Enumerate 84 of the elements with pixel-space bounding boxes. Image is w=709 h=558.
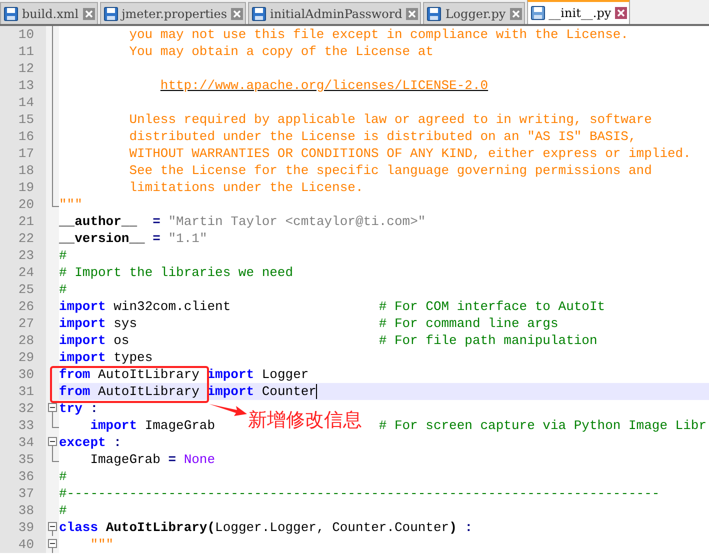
line-number: 26	[17, 298, 35, 315]
code-line: __version__ = "1.1"	[59, 230, 208, 247]
line-number: 37	[17, 485, 35, 502]
collapse-icon[interactable]	[48, 403, 57, 417]
line-number: 30	[17, 366, 35, 383]
fold-end-icon	[52, 417, 59, 428]
collapse-icon[interactable]	[48, 437, 57, 451]
code-line: http://www.apache.org/licenses/LICENSE-2.0	[159, 77, 488, 94]
code-line: Unless required by applicable law or agreed to in writing, software	[129, 111, 652, 128]
line-number: 27	[17, 315, 35, 332]
code-line: import win32com.client	[59, 298, 231, 315]
collapse-icon[interactable]	[48, 522, 57, 536]
code-line: WITHOUT WARRANTIES OR CONDITIONS OF ANY KIND, either express or implied.	[129, 145, 691, 162]
code-line: __author__ = "Martin Taylor <cmtaylor@ti.com>"	[59, 213, 426, 230]
line-number: 13	[17, 77, 35, 94]
code-line: """	[90, 536, 114, 553]
code-line: ImageGrab = None	[90, 451, 216, 468]
code-line: """	[59, 196, 82, 213]
code-line: class AutoItLibrary(Logger.Logger, Counter.Counter) :	[59, 519, 473, 536]
code-line: import os	[59, 332, 130, 349]
line-number: 12	[17, 60, 35, 77]
close-icon[interactable]	[510, 8, 522, 20]
line-number: 16	[17, 128, 35, 145]
code-line: limitations under the License.	[129, 179, 364, 196]
line-number: 23	[17, 247, 35, 264]
code-line: # Import the libraries we need	[59, 264, 294, 281]
line-number: 24	[17, 264, 35, 281]
line-number: 19	[17, 179, 35, 196]
file-tab[interactable]: Logger.py	[423, 2, 525, 24]
code-line: from AutoItLibrary import Counter	[59, 383, 316, 400]
line-number: 20	[17, 196, 35, 213]
code-comment: # For screen capture via Python Image Libr	[378, 417, 706, 434]
line-number: 15	[17, 111, 35, 128]
code-line: import sys	[59, 315, 138, 332]
code-comment: # For COM interface to AutoIt	[378, 298, 606, 315]
code-line: #	[59, 281, 67, 298]
close-icon[interactable]	[406, 8, 418, 20]
code-line: import types	[59, 349, 153, 366]
line-number: 33	[17, 417, 35, 434]
fold-end-icon	[52, 196, 59, 207]
close-icon[interactable]	[615, 7, 628, 19]
code-comment: # For command line args	[378, 315, 558, 332]
line-number: 22	[17, 230, 35, 247]
code-line: #	[59, 247, 67, 264]
line-number: 31	[17, 383, 35, 400]
line-number: 39	[17, 519, 35, 536]
code-line: See the License for the specific language governing permissions and	[129, 162, 652, 179]
close-icon[interactable]	[231, 8, 244, 20]
line-number: 14	[17, 94, 35, 111]
code-line: import ImageGrab	[90, 417, 216, 434]
code-line: from AutoItLibrary import Logger	[59, 366, 309, 383]
line-number: 25	[17, 281, 35, 298]
text-cursor	[316, 384, 318, 399]
code-line: you may not use this file except in compliance with the License.	[129, 26, 628, 43]
file-tab[interactable]: __init__.py	[526, 0, 630, 24]
line-number: 17	[17, 145, 35, 162]
file-tab[interactable]: build.xml	[0, 2, 98, 24]
line-number: 11	[17, 43, 35, 60]
code-line: #----------------------------------------------------------------------------	[59, 485, 660, 502]
line-number: 36	[17, 468, 35, 485]
close-icon[interactable]	[82, 8, 95, 20]
line-number: 40	[17, 536, 35, 553]
arrow-icon	[209, 402, 247, 418]
file-tab[interactable]: initialAdminPassword	[248, 2, 422, 24]
file-tab[interactable]: jmeter.properties	[100, 2, 246, 24]
code-line: except :	[59, 434, 122, 451]
line-number: 28	[17, 332, 35, 349]
code-line: #	[59, 468, 67, 485]
code-comment: # For file path manipulation	[378, 332, 598, 349]
line-number: 32	[17, 400, 35, 417]
line-number: 38	[17, 502, 35, 519]
code-line: try :	[59, 400, 98, 417]
line-number: 21	[17, 213, 35, 230]
annotation-text: 新增修改信息	[248, 408, 362, 432]
fold-end-icon	[52, 451, 59, 462]
line-number: 29	[17, 349, 35, 366]
line-number: 10	[17, 26, 35, 43]
line-number: 18	[17, 162, 35, 179]
collapse-icon[interactable]	[48, 539, 57, 553]
line-number: 35	[17, 451, 35, 468]
code-line: You may obtain a copy of the License at	[129, 43, 434, 60]
code-line: #	[59, 502, 67, 519]
code-line: distributed under the License is distributed on an "AS IS" BASIS,	[129, 128, 636, 145]
line-number: 34	[17, 434, 35, 451]
